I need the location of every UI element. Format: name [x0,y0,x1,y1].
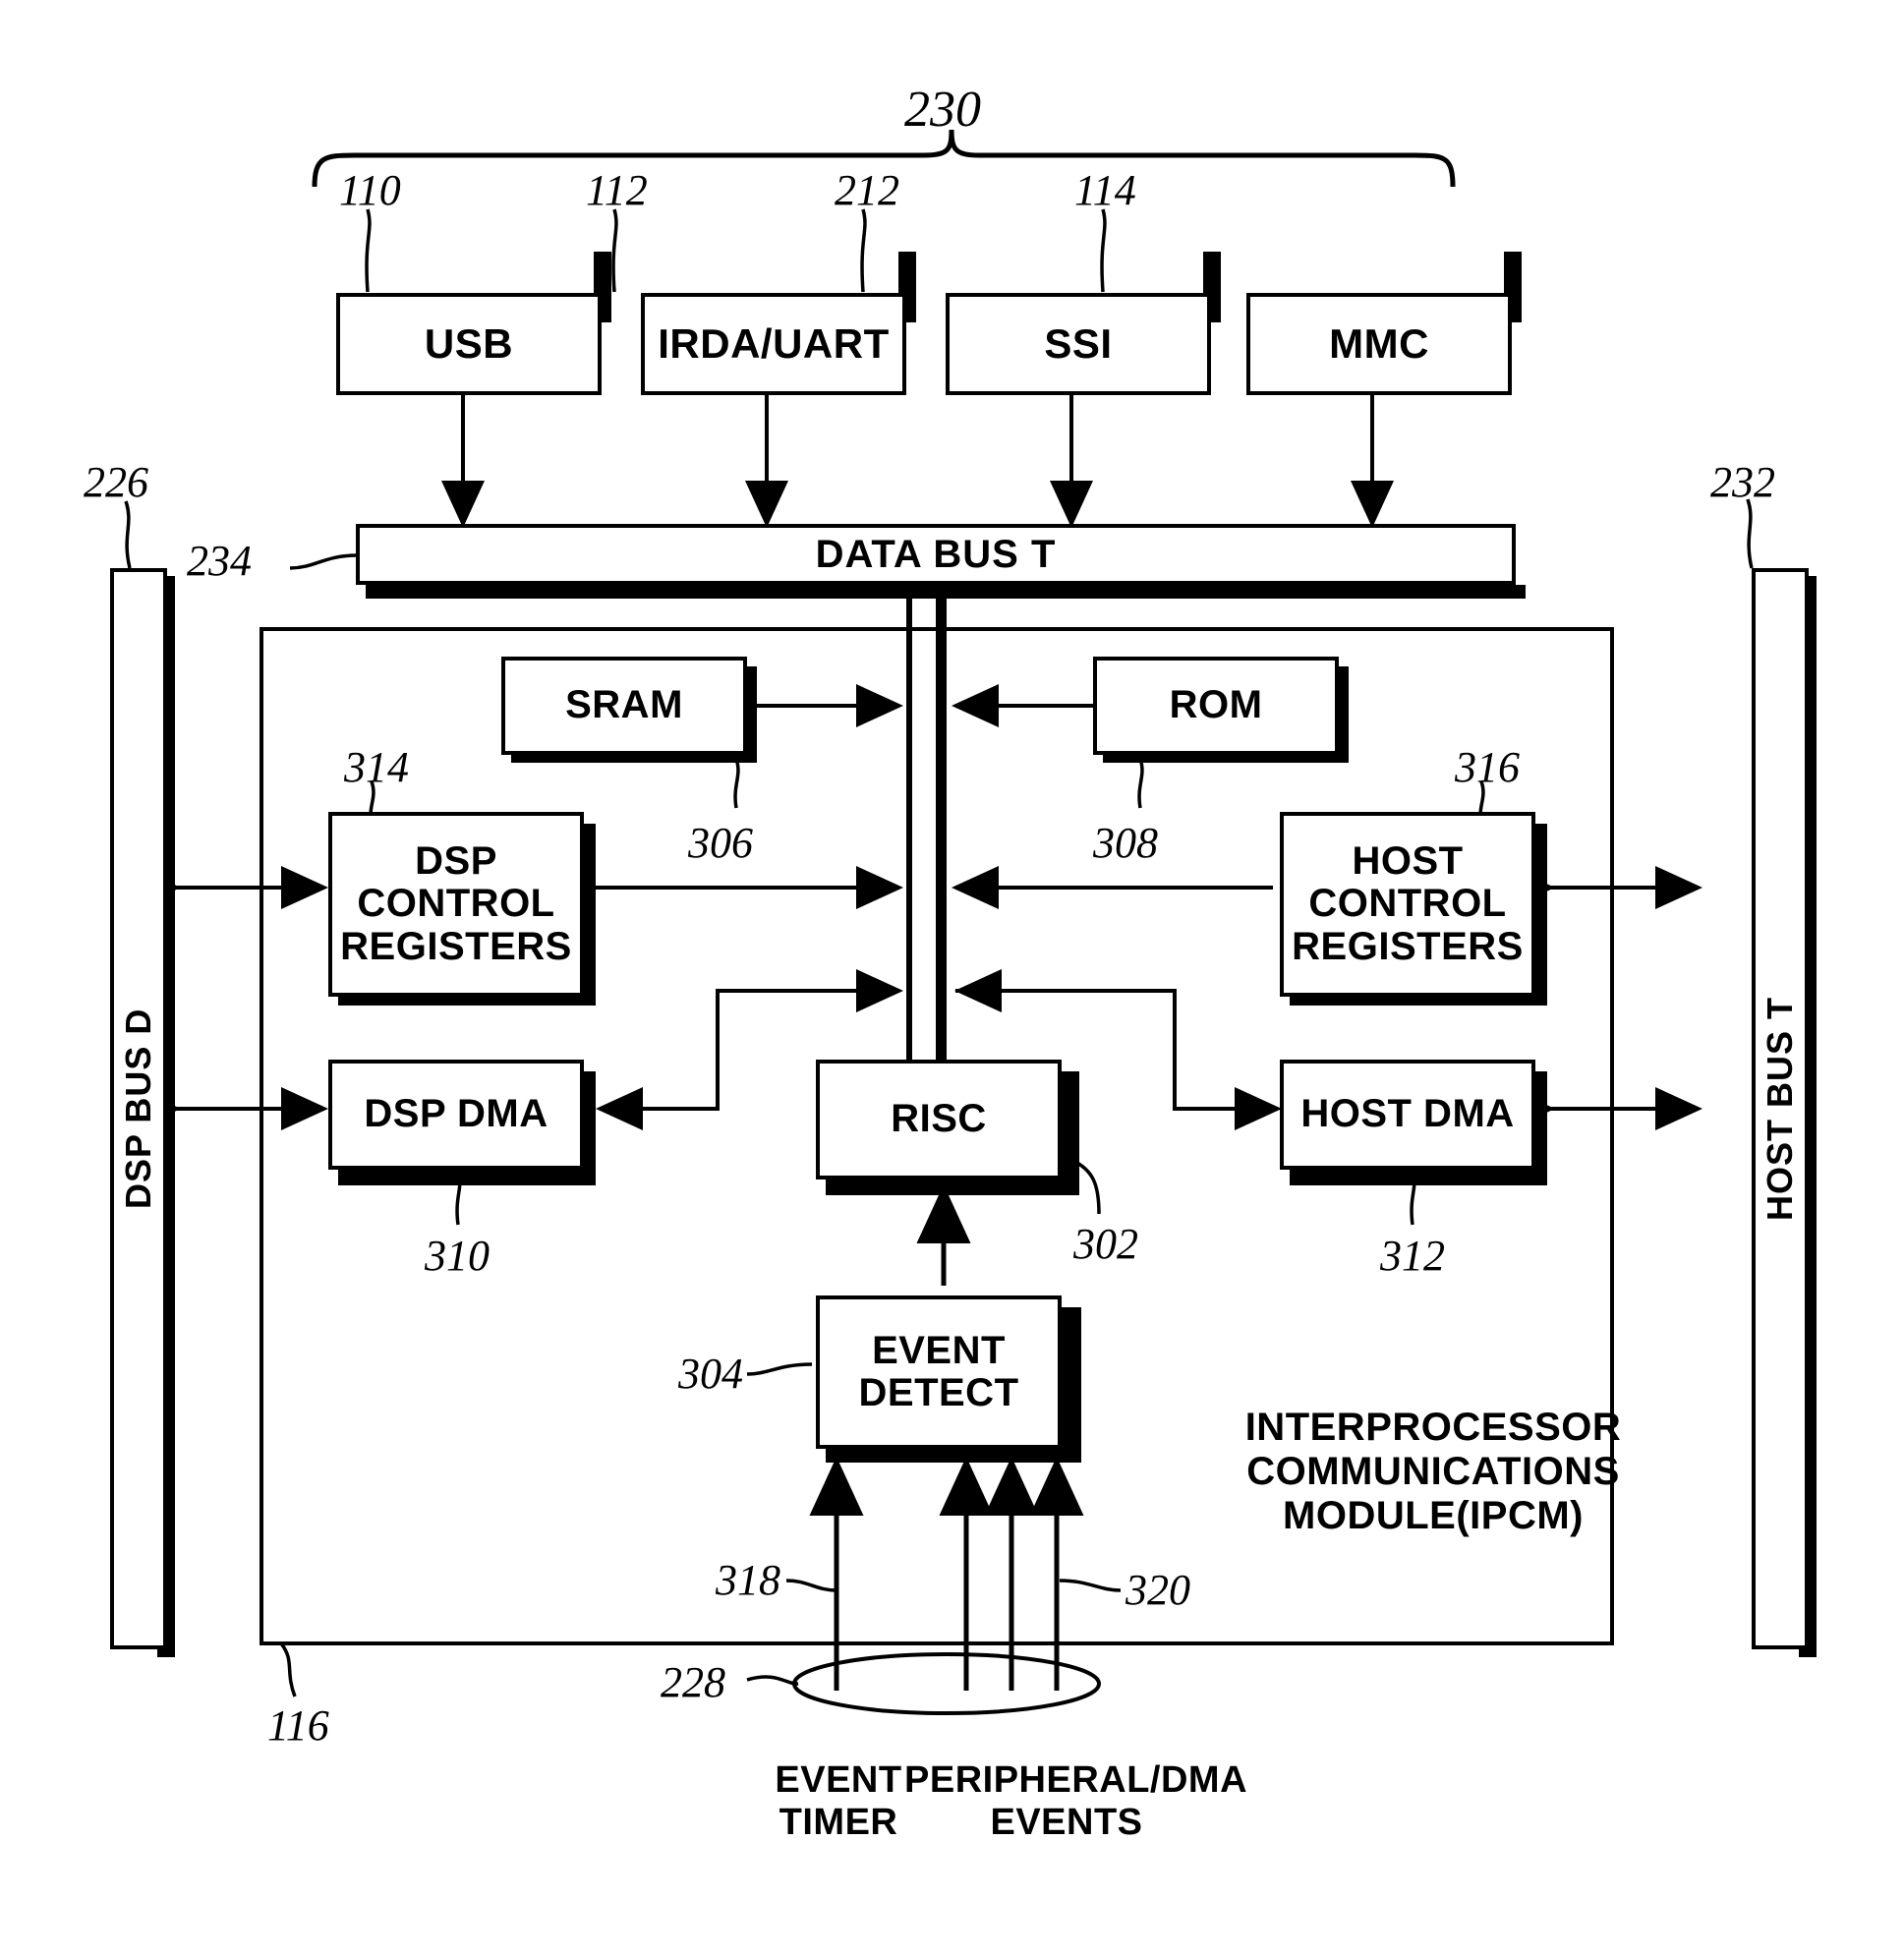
block-mmc[interactable]: MMC [1246,293,1512,395]
block-ssi[interactable]: SSI [946,293,1211,395]
dsp-bus-bar: DSP BUS D [110,568,167,1649]
ref-316: 316 [1455,743,1520,791]
block-ssi-label: SSI [1044,320,1113,368]
risc-shadow [826,1178,1071,1195]
ipcm-caption: INTERPROCESSOR COMMUNICATIONS MODULE(IPC… [1244,1406,1622,1537]
block-risc-label: RISC [891,1097,987,1141]
ref-114: 114 [1074,166,1136,214]
block-event-detect[interactable]: EVENT DETECT [816,1295,1062,1449]
block-irda-uart[interactable]: IRDA/UART [641,293,906,395]
dsp-bus-label: DSP BUS D [118,1007,158,1210]
ref-302: 302 [1073,1220,1138,1268]
ref-310: 310 [425,1232,490,1280]
block-irda-uart-label: IRDA/UART [658,320,890,368]
ref-226: 226 [84,458,148,506]
block-sram-label: SRAM [565,683,683,727]
block-mmc-label: MMC [1329,320,1429,368]
block-host-control-registers-label: HOST CONTROL REGISTERS [1292,839,1524,968]
dspdma-shadow [338,1168,594,1185]
block-risc[interactable]: RISC [816,1060,1062,1179]
peripheral-dma-events-label: PERIPHERAL/DMA EVENTS [904,1759,1248,1843]
ref-212: 212 [835,166,899,214]
ref-112: 112 [586,166,648,214]
block-dsp-dma[interactable]: DSP DMA [328,1060,584,1170]
ref-304: 304 [678,1350,743,1398]
data-bus-shadow [366,585,1526,599]
ref-314: 314 [344,743,409,791]
ref-318: 318 [716,1556,780,1604]
block-usb[interactable]: USB [336,293,602,395]
block-host-control-registers[interactable]: HOST CONTROL REGISTERS [1280,812,1535,997]
ref-234: 234 [187,537,252,585]
hostdma-shadow [1290,1168,1545,1185]
block-rom[interactable]: ROM [1093,657,1339,755]
block-event-detect-label: EVENT DETECT [858,1328,1019,1414]
patent-figure: DATA BUS T DSP BUS D HOST BUS T USB IRDA… [0,0,1904,1956]
block-dsp-control-registers[interactable]: DSP CONTROL REGISTERS [328,812,584,997]
ref-228: 228 [661,1658,725,1706]
block-dsp-control-registers-label: DSP CONTROL REGISTERS [340,839,572,968]
ref-230: 230 [904,82,981,138]
ref-320: 320 [1125,1566,1190,1614]
block-host-dma[interactable]: HOST DMA [1280,1060,1535,1170]
ref-232: 232 [1710,458,1775,506]
host-bus-label: HOST BUS T [1760,997,1800,1222]
ref-312: 312 [1380,1232,1445,1280]
block-rom-label: ROM [1169,683,1263,727]
block-dsp-dma-label: DSP DMA [364,1092,548,1136]
ref-116: 116 [267,1701,329,1750]
data-bus-label: DATA BUS T [815,532,1057,576]
ref-110: 110 [339,166,401,214]
block-sram[interactable]: SRAM [501,657,747,755]
block-usb-label: USB [424,320,514,368]
risc-shadow2 [1062,1071,1079,1195]
host-bus-bar: HOST BUS T [1752,568,1809,1649]
data-bus-bar: DATA BUS T [356,524,1516,585]
ref-306: 306 [688,819,753,867]
ref-308: 308 [1093,819,1158,867]
block-host-dma-label: HOST DMA [1300,1092,1515,1136]
eventdetect-shadow2 [1062,1307,1081,1463]
